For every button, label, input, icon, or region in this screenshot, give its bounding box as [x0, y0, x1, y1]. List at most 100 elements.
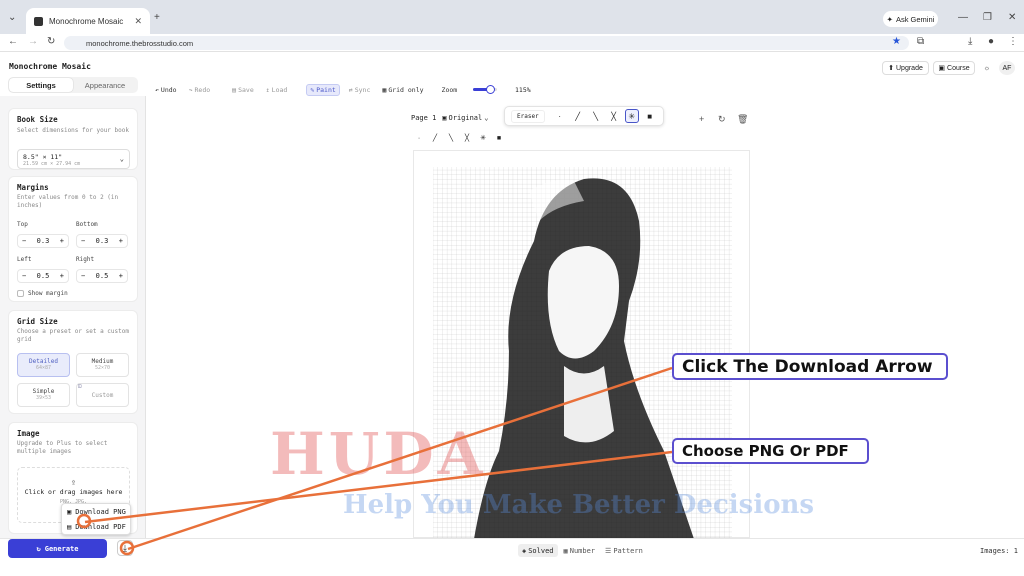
- redo-button[interactable]: ↷ Redo: [186, 85, 214, 95]
- pattern-label: Pattern: [613, 546, 643, 555]
- dot-brush-icon[interactable]: ·: [413, 132, 425, 144]
- lock-icon: ⊡: [78, 383, 82, 390]
- browser-menu-icon[interactable]: ⋮: [1008, 36, 1018, 47]
- slash-brush-icon[interactable]: ╱: [571, 109, 585, 123]
- left-margin-value[interactable]: 0.5: [37, 272, 50, 280]
- download-png-label: Download PNG: [75, 507, 126, 516]
- show-margin-checkbox[interactable]: Show margin: [17, 290, 68, 297]
- decrement-icon[interactable]: −: [22, 237, 26, 245]
- margins-subtitle: Enter values from 0 to 2 (in inches): [17, 194, 119, 209]
- slash-brush-icon[interactable]: ╱: [429, 132, 441, 144]
- extensions-icon[interactable]: ⧉: [917, 36, 924, 47]
- increment-icon[interactable]: +: [60, 237, 64, 245]
- view-solved-button[interactable]: ◈ Solved: [518, 544, 558, 557]
- grid-size-card: Grid Size Choose a preset or set a custo…: [8, 310, 138, 414]
- save-label: Save: [238, 86, 254, 94]
- decrement-icon[interactable]: −: [22, 272, 26, 280]
- eraser-button[interactable]: Eraser: [511, 109, 545, 123]
- minimize-icon[interactable]: —: [958, 12, 968, 23]
- fill-brush-icon[interactable]: ■: [493, 132, 505, 144]
- undo-button[interactable]: ↶ Undo: [152, 85, 180, 95]
- zoom-slider-handle[interactable]: [485, 85, 495, 94]
- new-tab-button[interactable]: +: [154, 12, 160, 23]
- close-window-icon[interactable]: ✕: [1008, 12, 1016, 23]
- right-margin-stepper[interactable]: − 0.5 +: [76, 269, 128, 283]
- browser-tab[interactable]: Monochrome Mosaic ✕: [26, 8, 150, 34]
- book-size-select[interactable]: 8.5" × 11" 21.59 cm × 27.94 cm ⌄: [17, 149, 130, 169]
- bottom-margin-label: Bottom: [76, 221, 98, 228]
- trash-icon[interactable]: 🗑: [737, 114, 748, 125]
- reload-icon[interactable]: ↻: [47, 36, 55, 47]
- star-brush-icon[interactable]: ✳: [624, 109, 639, 123]
- tab-settings[interactable]: Settings: [9, 78, 73, 92]
- detailed-label: Detailed: [29, 358, 58, 365]
- address-bar[interactable]: monochrome.thebrosstudio.com: [64, 36, 909, 50]
- zoom-slider[interactable]: [473, 85, 497, 94]
- restore-icon[interactable]: ❐: [983, 12, 992, 23]
- number-label: Number: [569, 546, 596, 555]
- top-margin-label: Top: [17, 221, 28, 228]
- increment-icon[interactable]: +: [119, 272, 123, 280]
- avatar[interactable]: AF: [999, 61, 1015, 75]
- increment-icon[interactable]: +: [60, 272, 64, 280]
- back-icon[interactable]: ←: [8, 36, 18, 47]
- left-margin-stepper[interactable]: − 0.5 +: [17, 269, 69, 283]
- image-title: Image: [17, 429, 40, 438]
- decrement-icon[interactable]: −: [81, 237, 85, 245]
- top-margin-stepper[interactable]: − 0.3 +: [17, 234, 69, 248]
- app-header: [0, 52, 1024, 80]
- margins-title: Margins: [17, 183, 49, 192]
- bottom-margin-stepper[interactable]: − 0.3 +: [76, 234, 128, 248]
- upgrade-label: Upgrade: [896, 64, 923, 72]
- refresh-icon: ↻: [36, 544, 41, 553]
- tab-appearance[interactable]: Appearance: [73, 78, 137, 92]
- redo-icon: ↷: [188, 86, 193, 94]
- backslash-brush-icon[interactable]: ╲: [445, 132, 457, 144]
- right-margin-value[interactable]: 0.5: [96, 272, 109, 280]
- top-margin-value[interactable]: 0.3: [37, 237, 50, 245]
- add-page-icon[interactable]: +: [699, 114, 704, 124]
- star-brush-icon[interactable]: ✳: [477, 132, 489, 144]
- cross-brush-icon[interactable]: ╳: [461, 132, 473, 144]
- grid-preset-custom[interactable]: Custom ⊡: [76, 383, 129, 407]
- view-pattern-button[interactable]: ☰ Pattern: [601, 544, 647, 557]
- close-tab-icon[interactable]: ✕: [134, 16, 142, 27]
- grid-only-button[interactable]: ▦ Grid only: [379, 85, 426, 95]
- load-button[interactable]: ↥ Load: [263, 85, 291, 95]
- cross-brush-icon[interactable]: ╳: [607, 109, 621, 123]
- profile-icon[interactable]: ●: [988, 36, 994, 47]
- bookmark-star-icon[interactable]: ★: [892, 36, 901, 47]
- sidebar-tabs: Settings Appearance: [8, 77, 138, 93]
- sync-button[interactable]: ⇄ Sync: [346, 85, 374, 95]
- tab-search-icon[interactable]: ⌄: [8, 12, 16, 23]
- ask-gemini-button[interactable]: ✦ Ask Gemini: [883, 11, 938, 27]
- generate-button[interactable]: ↻ Generate: [8, 539, 107, 558]
- dot-brush-icon[interactable]: ·: [553, 109, 567, 123]
- bottom-margin-value[interactable]: 0.3: [96, 237, 109, 245]
- grid-preset-simple[interactable]: Simple 39×53: [17, 383, 70, 407]
- grid-preset-medium[interactable]: Medium 52×70: [76, 353, 129, 377]
- original-select[interactable]: ▣ Original ⌄: [442, 114, 488, 122]
- paint-button[interactable]: ✎ Paint: [306, 84, 340, 96]
- theme-toggle-icon[interactable]: ☼: [979, 61, 995, 75]
- save-button[interactable]: ▤ Save: [229, 85, 257, 95]
- checkbox-box[interactable]: [17, 290, 24, 297]
- download-pdf-item[interactable]: ▤ Download PDF: [62, 519, 130, 534]
- course-button[interactable]: ▣ Course: [933, 61, 975, 75]
- upgrade-button[interactable]: ⬆ Upgrade: [882, 61, 929, 75]
- redo-label: Redo: [194, 86, 211, 94]
- image-icon: ▣: [442, 114, 447, 122]
- fill-brush-icon[interactable]: ■: [643, 109, 657, 123]
- refresh-icon[interactable]: ↻: [718, 114, 726, 125]
- load-icon: ↥: [265, 86, 270, 94]
- download-arrow-button[interactable]: ⤓: [117, 540, 133, 556]
- view-number-button[interactable]: ▦ Number: [560, 544, 600, 557]
- grid-preset-detailed[interactable]: Detailed 64×87: [17, 353, 70, 377]
- download-png-item[interactable]: ▣ Download PNG: [62, 504, 130, 519]
- downloads-icon[interactable]: ⤓: [968, 36, 972, 47]
- decrement-icon[interactable]: −: [81, 272, 85, 280]
- paint-icon: ✎: [310, 86, 315, 94]
- increment-icon[interactable]: +: [119, 237, 123, 245]
- forward-icon[interactable]: →: [28, 36, 38, 47]
- backslash-brush-icon[interactable]: ╲: [589, 109, 603, 123]
